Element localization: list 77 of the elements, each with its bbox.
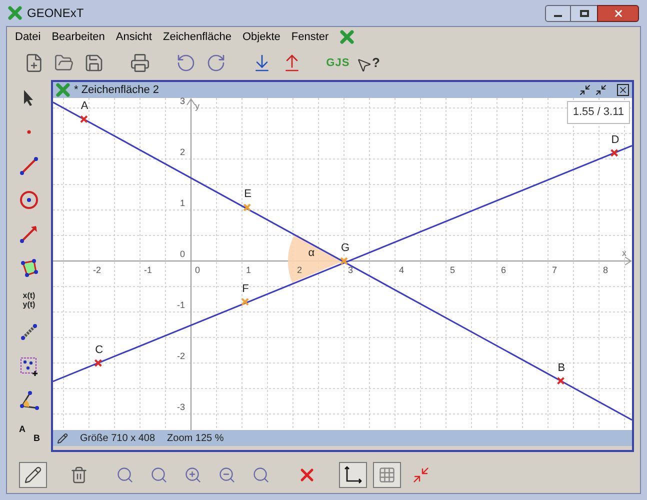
menu-item[interactable]: Bearbeiten [52, 28, 105, 46]
new-file-icon[interactable] [24, 53, 44, 73]
x-tick-label: 2 [297, 266, 302, 275]
y-tick-label: 0 [178, 250, 185, 259]
save-icon[interactable] [84, 53, 104, 73]
group-icon[interactable] [18, 355, 40, 377]
x-tick-label: -1 [144, 266, 152, 275]
x-tick-label: 3 [348, 266, 354, 275]
x-tick-label: 4 [399, 266, 404, 275]
curve-tool[interactable]: x(t) y(t) [22, 291, 36, 309]
y-tick-label: -3 [176, 402, 185, 412]
window-title: GEONExT [27, 5, 84, 22]
close-button[interactable] [597, 4, 639, 22]
help-pointer-button[interactable]: ? [356, 53, 380, 73]
printer-icon[interactable] [130, 53, 150, 73]
angle-icon[interactable] [18, 389, 40, 411]
angle-label: α [308, 248, 315, 259]
edit-icon [57, 432, 68, 444]
menu-item[interactable]: Objekte [242, 28, 280, 46]
undo-icon[interactable] [176, 53, 196, 73]
point-label: E [244, 189, 252, 200]
status-text: Zoom 125 % [167, 432, 224, 446]
zoom-reset-icon[interactable] [252, 466, 270, 484]
y-tick-label: 3 [178, 97, 185, 106]
point-label: G [341, 242, 350, 254]
maximize-button[interactable] [571, 4, 597, 22]
center-icon[interactable] [412, 466, 430, 484]
close-icon[interactable] [617, 84, 629, 96]
menu-item[interactable]: Zeichenfläche [162, 28, 232, 46]
x-axis-label: x [622, 248, 626, 258]
board-logo-icon [56, 83, 70, 97]
pointer-icon [356, 56, 372, 73]
trash-icon[interactable] [70, 466, 88, 484]
restore-icon[interactable] [595, 84, 607, 96]
zoom-out-icon[interactable] [218, 466, 236, 484]
board-title: * Zeichenfläche 2 [74, 82, 159, 98]
window-logo-icon [340, 30, 354, 44]
point-label: D [611, 134, 620, 146]
menu-item[interactable]: Ansicht [116, 28, 152, 46]
x-tick-label: 1 [246, 266, 252, 275]
point-label: C [95, 344, 104, 356]
menu-item[interactable]: Datei [15, 28, 41, 46]
redo-icon[interactable] [206, 53, 226, 73]
coordinates-display: 1.55 / 3.11 [566, 101, 630, 124]
axes-icon[interactable] [343, 465, 363, 485]
y-tick-label: 1 [178, 198, 185, 208]
x-tick-label: 8 [603, 266, 608, 275]
point-label: A [80, 101, 88, 112]
zoom-in-icon[interactable] [184, 466, 202, 484]
zoom-box-icon[interactable] [150, 466, 168, 484]
app-logo-icon [8, 6, 22, 20]
close-icon [612, 8, 624, 18]
zoom-fit-icon[interactable] [116, 466, 134, 484]
folder-icon[interactable] [54, 53, 74, 73]
point-label: B [558, 362, 566, 374]
y-tick-label: 2 [178, 148, 185, 157]
minimize-icon[interactable] [579, 84, 591, 96]
x-tick-label: 7 [552, 266, 558, 275]
arrow-icon[interactable] [18, 223, 40, 245]
x-tick-label: 0 [195, 266, 200, 275]
y-axis-label: y [195, 102, 200, 111]
menu-item[interactable]: Fenster [291, 28, 329, 46]
status-text: Größe 710 x 408 [80, 432, 156, 446]
minimize-button[interactable] [545, 4, 571, 22]
point-label: F [242, 284, 249, 295]
x-tick-label: 5 [450, 266, 456, 275]
y-tick-label: -1 [176, 300, 185, 310]
polygon-icon[interactable] [18, 257, 40, 279]
grid-icon[interactable] [378, 466, 396, 484]
x-tick-label: -2 [93, 266, 102, 275]
x-tick-label: 6 [501, 266, 506, 275]
distance-icon[interactable] [18, 321, 40, 343]
segment-icon[interactable] [18, 155, 40, 177]
label-tool[interactable]: A B [18, 423, 40, 445]
y-tick-label: -2 [176, 352, 185, 361]
edit-icon[interactable] [24, 466, 42, 484]
circle-icon[interactable] [18, 189, 40, 211]
